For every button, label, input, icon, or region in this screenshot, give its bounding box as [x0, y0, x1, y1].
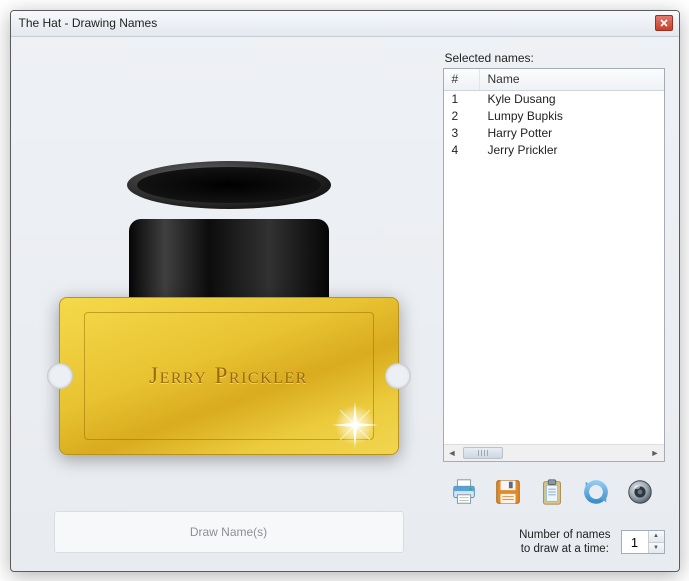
scroll-left-arrow-icon[interactable]: ◄ [444, 445, 461, 461]
table-body[interactable]: 1Kyle Dusang2Lumpy Bupkis3Harry Potter4J… [444, 91, 664, 444]
scroll-right-arrow-icon[interactable]: ► [647, 445, 664, 461]
drawn-name-text: Jerry Prickler [149, 363, 308, 389]
content-area: Jerry Prickler [11, 37, 679, 571]
cell-number: 1 [444, 91, 480, 108]
left-pane: Jerry Prickler [25, 51, 433, 557]
table-row[interactable]: 2Lumpy Bupkis [444, 108, 664, 125]
cell-name: Jerry Prickler [480, 142, 664, 159]
speaker-icon [625, 477, 655, 507]
spinner-up-button[interactable]: ▲ [649, 531, 664, 543]
horizontal-scrollbar[interactable]: ◄ ► [444, 444, 664, 461]
refresh-button[interactable] [577, 474, 615, 510]
draw-count-input[interactable] [622, 531, 648, 553]
clipboard-icon [537, 477, 567, 507]
close-button[interactable] [655, 15, 673, 31]
app-window: The Hat - Drawing Names Jerry Pri [10, 10, 680, 572]
cell-number: 2 [444, 108, 480, 125]
draw-count-spinner[interactable]: ▲ ▼ [621, 530, 665, 554]
draw-names-button[interactable]: Draw Name(s) [54, 511, 404, 553]
table-row[interactable]: 1Kyle Dusang [444, 91, 664, 108]
selected-names-label: Selected names: [443, 51, 665, 65]
draw-count-label: Number of names to draw at a time: [519, 528, 610, 557]
window-title: The Hat - Drawing Names [17, 16, 655, 30]
toolbar [443, 474, 665, 510]
close-icon [660, 19, 668, 27]
titlebar[interactable]: The Hat - Drawing Names [11, 11, 679, 37]
table-row[interactable]: 3Harry Potter [444, 125, 664, 142]
cell-name: Harry Potter [480, 125, 664, 142]
column-header-number[interactable]: # [444, 69, 480, 90]
refresh-icon [581, 477, 611, 507]
scroll-track[interactable] [461, 445, 647, 461]
cell-name: Kyle Dusang [480, 91, 664, 108]
spinner-down-button[interactable]: ▼ [649, 543, 664, 554]
drawn-name-ticket: Jerry Prickler [59, 297, 399, 455]
column-header-name[interactable]: Name [480, 69, 664, 90]
selected-names-table[interactable]: # Name 1Kyle Dusang2Lumpy Bupkis3Harry P… [443, 68, 665, 462]
table-header[interactable]: # Name [444, 69, 664, 91]
print-button[interactable] [445, 474, 483, 510]
draw-names-label: Draw Name(s) [190, 525, 267, 539]
draw-count-row: Number of names to draw at a time: ▲ ▼ [443, 528, 665, 557]
copy-button[interactable] [533, 474, 571, 510]
table-row[interactable]: 4Jerry Prickler [444, 142, 664, 159]
hat-area: Jerry Prickler [25, 51, 433, 501]
sound-button[interactable] [621, 474, 659, 510]
cell-number: 3 [444, 125, 480, 142]
cell-name: Lumpy Bupkis [480, 108, 664, 125]
scroll-thumb[interactable] [463, 447, 503, 459]
right-pane: Selected names: # Name 1Kyle Dusang2Lump… [443, 51, 665, 557]
print-icon [449, 477, 479, 507]
cell-number: 4 [444, 142, 480, 159]
save-button[interactable] [489, 474, 527, 510]
save-icon [493, 477, 523, 507]
